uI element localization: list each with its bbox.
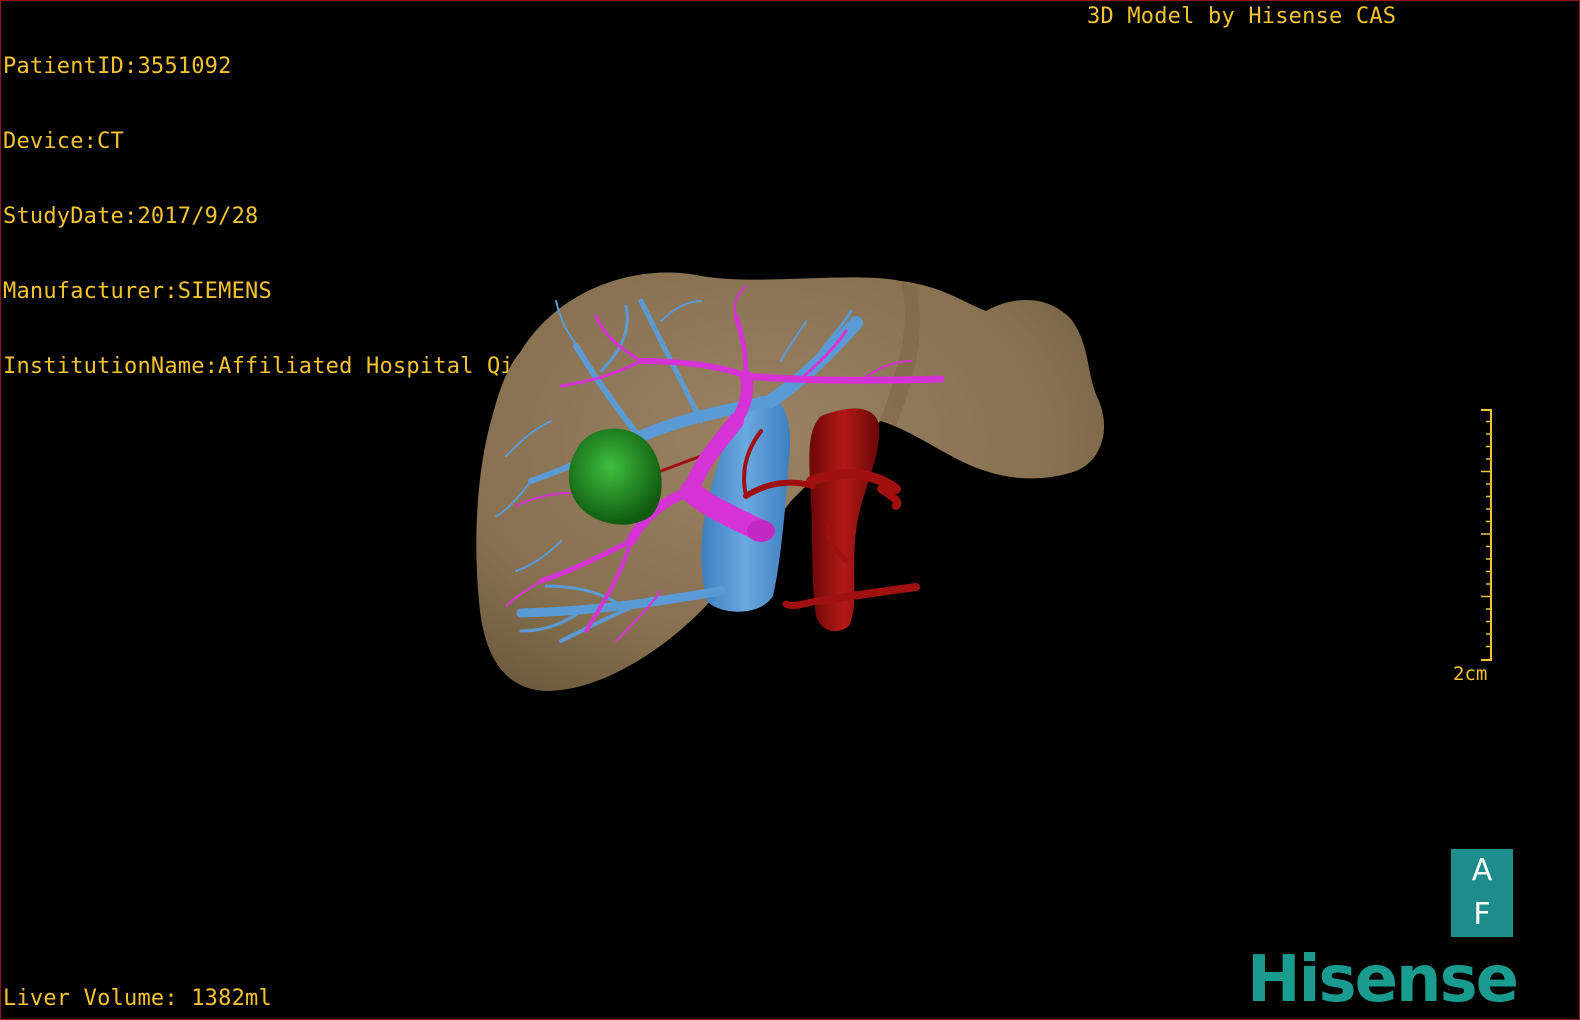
hisense-logo: Hisense [1247, 943, 1519, 1017]
render-viewport[interactable]: PatientID:3551092 Device:CT StudyDate:20… [0, 0, 1580, 1020]
orientation-cube[interactable]: A F [1451, 849, 1513, 937]
scale-label: 2cm [1453, 663, 1488, 685]
liver-volume-text: Liver Volume: 1382ml [3, 986, 272, 1011]
orientation-bottom-label: F [1473, 897, 1491, 932]
orientation-top-label: A [1471, 853, 1493, 888]
liver-3d-model[interactable] [1, 1, 1580, 1020]
scale-bar [1481, 409, 1492, 661]
